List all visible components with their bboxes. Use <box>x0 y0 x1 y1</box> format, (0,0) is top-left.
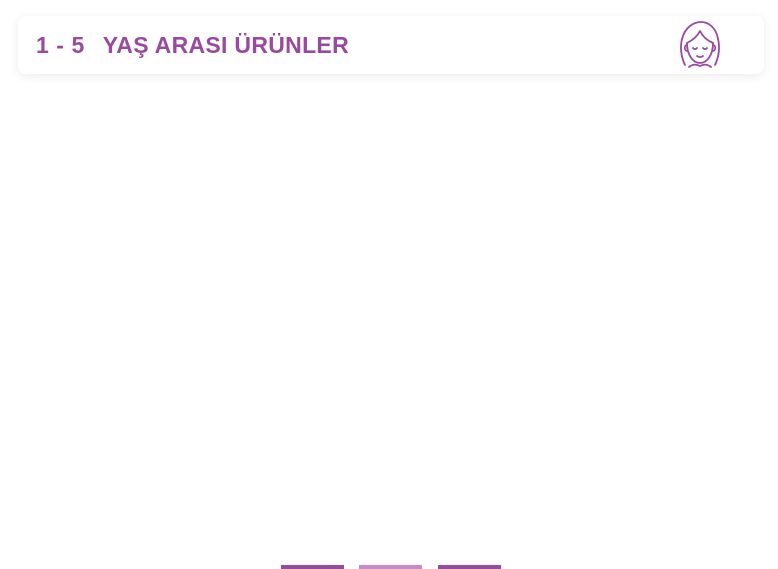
carousel-dot-3[interactable] <box>438 565 501 569</box>
carousel-dot-1[interactable] <box>281 565 344 569</box>
carousel-dot-2[interactable] <box>359 565 422 569</box>
carousel-pagination <box>0 565 778 569</box>
product-carousel-area <box>0 80 778 550</box>
age-range-header: 1 - 5 YAŞ ARASI ÜRÜNLER <box>18 16 764 74</box>
girl-face-icon <box>680 21 720 68</box>
age-range: 1 - 5 <box>36 32 85 59</box>
age-range-separator: - <box>56 31 65 58</box>
age-range-to: 5 <box>71 31 85 58</box>
age-range-from: 1 <box>36 31 50 58</box>
page: 1 - 5 YAŞ ARASI ÜRÜNLER <box>0 0 778 569</box>
section-title: YAŞ ARASI ÜRÜNLER <box>102 31 349 58</box>
